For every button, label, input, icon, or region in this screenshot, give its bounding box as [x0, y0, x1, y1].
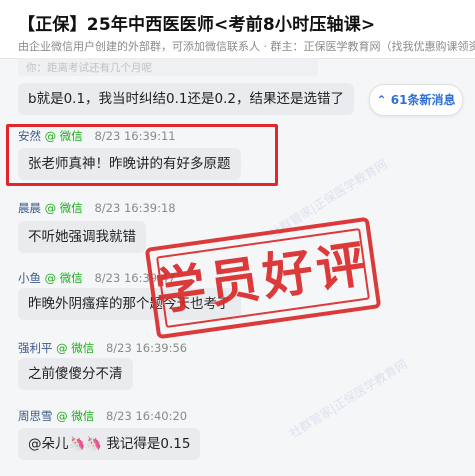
message-time: 8/23 16:40:20 [105, 409, 188, 423]
source-label: @ 微信 [56, 409, 95, 423]
message-bubble[interactable]: b就是0.1，我当时纠结0.1还是0.2，结果还是选错了 [18, 83, 354, 115]
source-label: @ 微信 [44, 271, 83, 285]
group-subtitle: 由企业微信用户创建的外部群，可添加微信联系人 · 群主：正保医学教育网（找我优惠… [18, 40, 475, 53]
message-bubble[interactable]: 不听她强调我就错 [18, 221, 146, 253]
chat-header: 【正保】25年中西医医师<考前8小时压轴课> 由企业微信用户创建的外部群，可添加… [0, 0, 475, 59]
source-label: @ 微信 [56, 341, 95, 355]
sender-name[interactable]: 晨晨 [18, 201, 41, 215]
message-meta: 强利平 @ 微信 8/23 16:39:56 [18, 340, 187, 356]
new-messages-label: 61条新消息 [390, 93, 456, 107]
message-meta: 晨晨 @ 微信 8/23 16:39:18 [18, 200, 176, 216]
source-label: @ 微信 [44, 201, 83, 215]
sender-name[interactable]: 强利平 [18, 341, 53, 355]
message-bubble[interactable]: @朵儿🦄🦄 我记得是0.15 [18, 428, 201, 460]
message-time: 8/23 16:39:18 [94, 201, 176, 215]
quoted-message-text: 你：距离考试还有几个月呢 [26, 62, 152, 74]
message-time: 8/23 16:39:56 [105, 341, 188, 355]
chat-window: 【正保】25年中西医医师<考前8小时压轴课> 由企业微信用户创建的外部群，可添加… [0, 0, 475, 476]
quoted-message-preview: 你：距离考试还有几个月呢 [18, 58, 318, 76]
sender-name[interactable]: 小鱼 [18, 271, 41, 285]
message-bubble[interactable]: 之前傻傻分不清 [18, 358, 133, 390]
double-chevron-up-icon: ⌃ [376, 93, 387, 107]
message-meta: 周思雪 @ 微信 8/23 16:40:20 [18, 408, 187, 424]
group-title: 【正保】25年中西医医师<考前8小时压轴课> [18, 15, 376, 35]
highlight-box [6, 124, 278, 186]
new-messages-button[interactable]: ⌃ 61条新消息 [369, 84, 463, 116]
sender-name[interactable]: 周思雪 [18, 409, 53, 423]
